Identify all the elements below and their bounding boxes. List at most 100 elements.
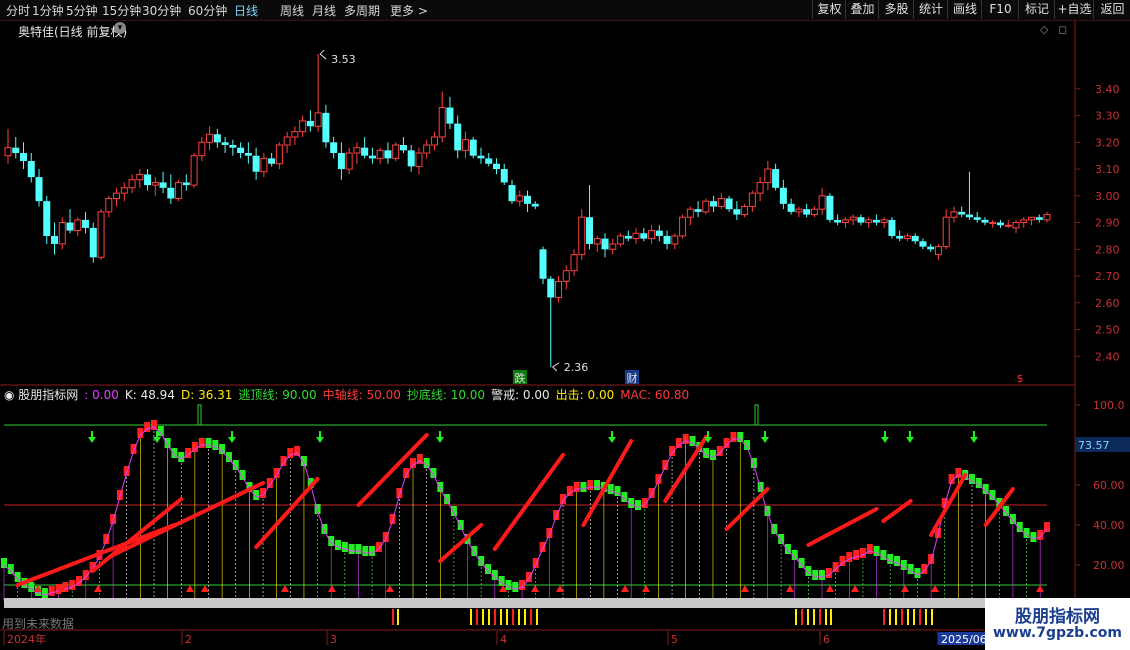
indicator-value-0: : 0.00 [84,388,119,402]
signal-bar [819,609,821,625]
candle [51,235,59,244]
indicator-value-2: D: 36.31 [180,388,233,402]
k-block [423,458,430,468]
low-arrow-icon [551,362,560,372]
k-block [662,460,669,470]
dropdown-icon[interactable]: ▾ [114,22,126,34]
candle [260,157,268,173]
candle [508,185,516,202]
buy-arrow-icon [826,585,834,592]
candle [911,235,919,242]
price-tick-label: 2.80 [1095,243,1120,256]
sell-arrow-icon [316,437,324,443]
buy-arrow-icon [281,585,289,592]
k-block [471,546,478,556]
candle [345,152,353,170]
candle [539,249,547,279]
candle [12,147,20,154]
price-tick-label: 3.40 [1095,83,1120,96]
k-block [341,542,348,552]
buy-arrow-icon [931,585,939,592]
indicator-value-5: 抄底线: 10.00 [406,388,486,402]
k-block [355,544,362,554]
panel-options-icon[interactable]: ◇ [1040,23,1048,36]
signal-bar [518,609,520,625]
candle [384,150,392,159]
signal-bar [883,609,885,625]
candle [43,201,51,236]
candle [206,133,214,143]
candle [756,181,764,194]
candle [888,219,896,236]
k-block [594,480,601,490]
signal-bar [901,609,903,625]
k-block [859,548,866,558]
candle [803,209,811,215]
indicator-value-1: K: 48.94 [124,388,175,402]
sell-arrow-icon [228,437,236,443]
indicator-value-6: 警戒: 0.00 [491,388,550,402]
k-block [294,446,301,456]
buy-arrow-icon [741,585,749,592]
candle [82,219,90,228]
k-block [655,474,662,484]
low-price-label: 2.36 [564,361,589,374]
candle [570,254,578,272]
signal-bar [512,609,514,625]
signal-bar [795,609,797,625]
candle [244,153,252,156]
candle [190,155,198,186]
indicator-name: ◉ 股朋指标网 [4,388,79,402]
k-block [505,580,512,590]
k-block [512,582,519,592]
candle [268,158,276,164]
k-block [607,484,614,494]
candle [337,153,345,170]
candle [27,161,35,178]
candle [996,222,1004,226]
candle [423,144,431,154]
price-tick-label: 3.30 [1095,110,1120,123]
buy-arrow-icon [1036,585,1044,592]
candle [1043,214,1051,221]
candle [128,179,136,189]
panel-close-icon[interactable]: ◻ [1058,23,1067,36]
date-label-5: 6 [823,633,830,646]
k-block [853,550,860,560]
candle [322,112,330,143]
candle [430,136,438,146]
candle [151,181,159,186]
candle [74,219,82,232]
date-label-3: 4 [500,633,507,646]
buy-arrow-icon [786,585,794,592]
signal-bar [925,609,927,625]
future-data-notice: 用到未来数据 [2,617,75,631]
candle [275,144,283,165]
k-block [539,542,546,552]
candle [865,219,873,224]
candle [578,216,586,256]
current-value-label: 73.57 [1078,439,1110,452]
candle [617,235,625,245]
candle [880,219,888,224]
signal-bar [470,609,472,625]
candle [1004,224,1012,227]
candle [461,139,469,151]
signal-bar [392,609,394,625]
signal-bar [889,609,891,625]
trend-stroke [15,523,177,587]
candle [167,187,175,199]
candle [113,192,121,199]
candle [198,141,206,157]
k-block [410,458,417,468]
buy-arrow-icon [851,585,859,592]
candle [376,149,384,159]
candle [1012,222,1020,229]
signal-bar [524,609,526,625]
signal-bar [825,609,827,625]
signal-spike [754,404,759,425]
indicator-tick-label: 40.00 [1093,519,1125,532]
candle [283,136,291,146]
candle [524,195,531,204]
date-label-0: 2024年 [7,632,46,646]
